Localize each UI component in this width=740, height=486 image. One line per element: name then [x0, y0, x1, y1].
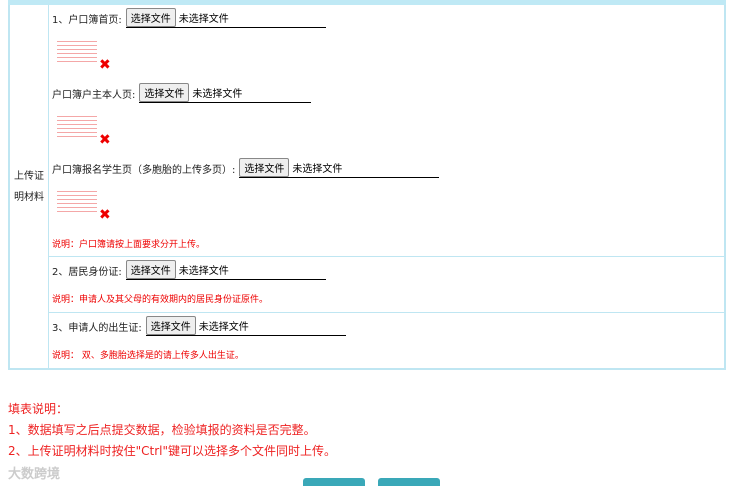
note-text: 说明：户口簿请按上面要求分开上传。 — [52, 240, 206, 250]
id-card-row: 2、居民身份证: 选择文件 未选择文件 说明：申请人及其父母的有效期内的居民身份证原… — [49, 257, 724, 313]
upload-table: 上传证明材料 1、户口簿首页: 选择文件 未选择文件 ✖ 户口簿户主本人页: 选择文件… — [8, 5, 726, 370]
no-file-text: 未选择文件 — [292, 164, 343, 175]
field-label: 户口簿报名学生页（多胞胎的上传多页）: — [52, 164, 236, 176]
choose-file-button[interactable]: 选择文件 — [125, 260, 176, 279]
field-label: 户口簿户主本人页: — [52, 89, 136, 101]
file-input[interactable]: 选择文件 未选择文件 — [145, 316, 346, 336]
no-file-text: 未选择文件 — [198, 322, 249, 333]
household-row: 1、户口簿首页: 选择文件 未选择文件 ✖ 户口簿户主本人页: 选择文件 未选择文件 ✖… — [49, 5, 724, 257]
file-input[interactable]: 选择文件 未选择文件 — [125, 260, 326, 280]
instruction-item: 1、数据填写之后点提交数据，检验填报的资料是否完整。 — [8, 423, 316, 437]
delete-icon[interactable]: ✖ — [99, 207, 111, 223]
delete-icon[interactable]: ✖ — [99, 57, 111, 73]
no-file-text: 未选择文件 — [178, 266, 229, 277]
note-text: 说明： 双、多胞胎选择是的请上传多人出生证。 — [52, 351, 244, 361]
file-input[interactable]: 选择文件 未选择文件 — [239, 158, 440, 178]
choose-file-button[interactable]: 选择文件 — [145, 316, 196, 335]
field-label: 3、申请人的出生证: — [52, 322, 142, 334]
thumbnail-image[interactable] — [57, 188, 97, 224]
delete-icon[interactable]: ✖ — [99, 132, 111, 148]
choose-file-button[interactable]: 选择文件 — [239, 158, 290, 177]
thumbnail-image[interactable] — [57, 113, 97, 149]
field-label: 1、户口簿首页: — [52, 14, 122, 26]
section-label: 上传证明材料 — [10, 5, 49, 368]
choose-file-button[interactable]: 选择文件 — [139, 83, 190, 102]
file-input[interactable]: 选择文件 未选择文件 — [125, 8, 326, 28]
no-file-text: 未选择文件 — [192, 89, 243, 100]
field-label: 2、居民身份证: — [52, 266, 122, 278]
thumbnail-image[interactable] — [57, 38, 97, 74]
submit-button[interactable] — [303, 478, 365, 486]
note-text: 说明：申请人及其父母的有效期内的居民身份证原件。 — [52, 295, 269, 305]
watermark: 大数跨境 — [8, 467, 61, 482]
file-input[interactable]: 选择文件 未选择文件 — [139, 83, 312, 103]
birth-cert-row: 3、申请人的出生证: 选择文件 未选择文件 说明： 双、多胞胎选择是的请上传多人出生… — [49, 313, 724, 368]
no-file-text: 未选择文件 — [178, 14, 229, 25]
instruction-item: 2、上传证明材料时按住"Ctrl"键可以选择多个文件同时上传。 — [8, 444, 337, 458]
choose-file-button[interactable]: 选择文件 — [125, 8, 176, 27]
secondary-button[interactable] — [378, 478, 440, 486]
instructions-title: 填表说明： — [8, 402, 69, 416]
